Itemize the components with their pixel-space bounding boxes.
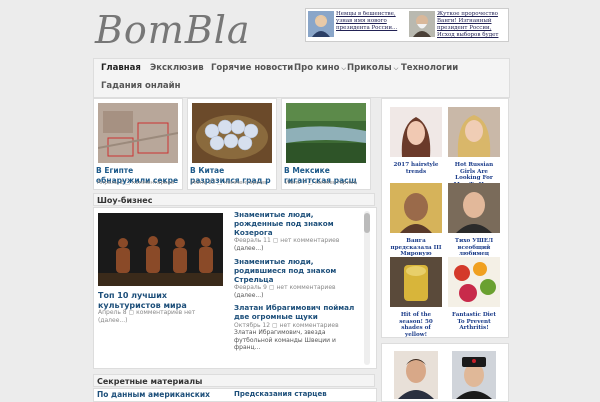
section-header-showbiz[interactable]: Шоу-бизнес [93, 193, 375, 206]
featured-meta: Апрель 2 ▢ комментариев [97, 180, 175, 186]
article-title[interactable]: Златан Ибрагимович поймал две огромные щ… [234, 303, 362, 322]
nav-item-home[interactable]: Главная [101, 63, 141, 73]
nav-label: Главная [101, 63, 141, 73]
ad-image [390, 257, 442, 307]
news-thumbnail [308, 11, 334, 37]
ad-block-2 [381, 343, 509, 402]
featured-card[interactable]: В Мексике гигантская расщ Июль 7 ▢ комме… [281, 98, 371, 190]
featured-image [192, 103, 272, 163]
ad-image [448, 107, 500, 157]
main-article-meta: Апрель 8 ▢ комментариев нет (далее...) [98, 309, 226, 324]
ad-caption[interactable]: Fantastic Diet To Prevent Arthritis! [448, 312, 500, 332]
scrollbar[interactable] [364, 211, 370, 365]
featured-image [286, 103, 366, 163]
section-header-secret[interactable]: Секретные материалы [93, 374, 375, 387]
nav-label: Приколы [347, 63, 392, 73]
article-title[interactable]: Знаменитые люди, рожденные под знаком Ко… [234, 210, 362, 237]
nav-label: Про кино [294, 63, 340, 73]
ad-image [448, 257, 500, 307]
scrollbar-thumb[interactable] [364, 213, 370, 233]
article-title[interactable]: Предсказания старцев [234, 390, 327, 398]
read-more-link[interactable]: (далее...) [234, 292, 362, 300]
article-meta: Октябрь 12 ▢ нет комментариев [234, 321, 339, 329]
main-article-image[interactable] [98, 213, 223, 286]
top-news-item[interactable]: Немцы в бешенстве, узнав имя нового през… [307, 10, 407, 40]
nav-label: Горячие новости [211, 63, 294, 73]
ad-image[interactable] [394, 351, 438, 399]
main-nav: Главная Эксклюзив Горячие новости ⌵ Про к… [93, 58, 510, 98]
ad-item[interactable]: Hot Russian Girls Are Looking For Men To… [448, 107, 500, 195]
ad-image [390, 107, 442, 157]
ad-item[interactable]: 2017 hairstyle trends [390, 107, 442, 175]
nav-label: Технологии [401, 63, 459, 73]
main-article-title[interactable]: Топ 10 лучших культуристов мира [98, 291, 226, 310]
top-news-box: Немцы в бешенстве, узнав имя нового през… [305, 8, 509, 42]
ad-caption[interactable]: Hit of the season! 50 shades of yellow! [390, 312, 442, 338]
list-item[interactable]: Знаменитые люди, рожденные под знаком Ко… [234, 210, 362, 253]
ad-item[interactable]: Fantastic Diet To Prevent Arthritis! [448, 257, 500, 332]
article-meta: Февраль 11 ▢ нет комментариев [234, 237, 340, 245]
nav-label: Гадания онлайн [101, 81, 181, 91]
read-more-link[interactable]: (далее...) [98, 317, 226, 325]
nav-label: Эксклюзив [150, 63, 204, 73]
ad-caption[interactable]: 2017 hairstyle trends [390, 162, 442, 175]
ad-image [448, 183, 500, 233]
ad-image [390, 183, 442, 233]
featured-card[interactable]: В Египте обнаружили секре Апрель 2 ▢ ком… [93, 98, 183, 190]
ad-item[interactable]: Hit of the season! 50 shades of yellow! [390, 257, 442, 338]
featured-meta: Июль 7 ▢ комментариев [285, 180, 357, 186]
nav-item-jokes[interactable]: Приколы ⌵ [347, 63, 398, 73]
featured-meta: Июнь 22 ▢ комментариев [191, 180, 267, 186]
nav-item-movies[interactable]: Про кино ⌵ [294, 63, 346, 73]
list-item[interactable]: Знаменитые люди, родившиеся под знаком С… [234, 257, 362, 300]
featured-image [98, 103, 178, 163]
featured-card[interactable]: В Китае разразился град р Июнь 22 ▢ комм… [187, 98, 277, 190]
article-meta: Февраль 9 ▢ нет комментариев [234, 284, 336, 292]
article-title[interactable]: По данным американских [97, 390, 210, 399]
top-news-link[interactable]: Жуткое пророчество Ванги! Изгнанный през… [437, 11, 507, 39]
nav-item-fortune[interactable]: Гадания онлайн [101, 81, 181, 91]
news-thumbnail [409, 11, 435, 37]
read-more-link[interactable]: (далее...) [234, 245, 362, 253]
nav-item-tech[interactable]: Технологии [401, 63, 458, 73]
ad-image[interactable] [452, 351, 496, 399]
showbiz-box: Топ 10 лучших культуристов мира Апрель 8… [93, 207, 377, 369]
nav-item-exclusive[interactable]: Эксклюзив [150, 63, 204, 73]
list-item[interactable]: Златан Ибрагимович поймал две огромные щ… [234, 303, 362, 352]
nav-item-hot-news[interactable]: Горячие новости ⌵ [211, 63, 300, 73]
top-news-item[interactable]: Жуткое пророчество Ванги! Изгнанный през… [408, 10, 508, 40]
chevron-down-icon: ⌵ [341, 65, 346, 72]
ad-block: 2017 hairstyle trends Hot Russian Girls … [381, 98, 509, 338]
top-news-link[interactable]: Немцы в бешенстве, узнав имя нового през… [336, 11, 406, 39]
article-desc: Златан Ибрагимович, звезда футбольной ко… [234, 329, 336, 352]
article-title[interactable]: Знаменитые люди, родившиеся под знаком С… [234, 257, 362, 284]
site-logo[interactable]: BomBla [95, 8, 251, 52]
chevron-down-icon: ⌵ [393, 65, 399, 72]
